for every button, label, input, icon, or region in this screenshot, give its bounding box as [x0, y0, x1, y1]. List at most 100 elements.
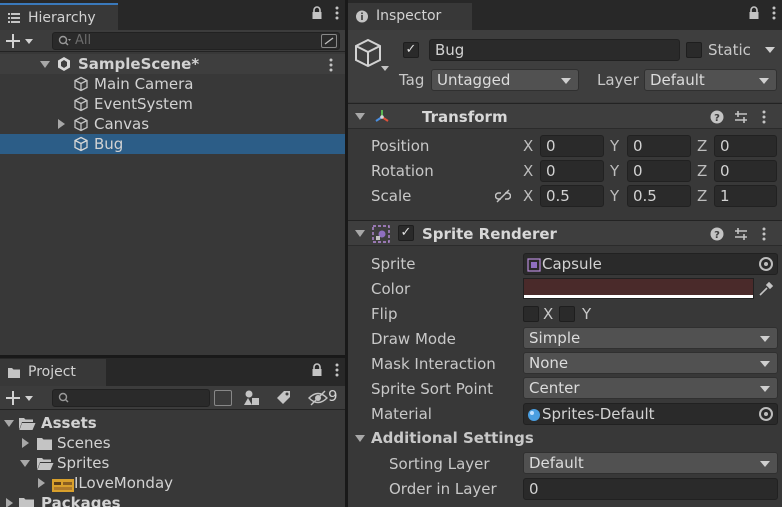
project-item-assets[interactable]: Assets — [0, 413, 345, 433]
gameobject-cube-icon — [73, 136, 89, 157]
mask-interaction-label: Mask Interaction — [371, 355, 496, 373]
sorting-layer-label: Sorting Layer — [389, 455, 490, 473]
sprite-object-field[interactable]: Capsule — [523, 253, 778, 275]
project-search-input[interactable] — [52, 389, 210, 407]
kebab-menu-icon[interactable] — [335, 6, 339, 24]
preset-icon[interactable] — [734, 110, 748, 128]
additional-settings-label[interactable]: Additional Settings — [371, 427, 534, 449]
position-z-label[interactable]: Z — [697, 135, 707, 157]
sorting-layer-dropdown[interactable]: Default — [523, 452, 778, 474]
expand-arrow-icon[interactable] — [20, 460, 30, 467]
hierarchy-item-eventsystem[interactable]: EventSystem — [0, 94, 345, 114]
help-icon[interactable]: ? — [710, 110, 724, 128]
sprite-renderer-enabled-checkbox[interactable]: ✓ — [398, 225, 414, 241]
constrain-proportions-icon[interactable] — [494, 189, 512, 207]
rotation-z-field[interactable]: 0 — [714, 160, 777, 182]
scene-row[interactable]: SampleScene* — [0, 54, 345, 74]
project-item-packages[interactable]: Packages — [0, 493, 345, 507]
project-item-ilovemonday[interactable]: ILoveMonday — [0, 473, 345, 493]
position-y-label[interactable]: Y — [610, 135, 619, 157]
scale-y-label[interactable]: Y — [610, 185, 619, 207]
rotation-label: Rotation — [371, 162, 434, 180]
expand-arrow-icon[interactable] — [4, 420, 14, 427]
scale-y-field[interactable]: 0.5 — [627, 185, 691, 207]
component-menu-icon[interactable] — [762, 227, 766, 245]
hierarchy-item-label: Bug — [94, 135, 124, 153]
filter-by-type-icon[interactable] — [243, 389, 261, 411]
collapse-arrow-icon[interactable] — [355, 113, 365, 120]
position-x-field[interactable]: 0 — [540, 135, 604, 157]
kebab-menu-icon[interactable] — [335, 363, 339, 381]
hierarchy-item-main-camera[interactable]: Main Camera — [0, 74, 345, 94]
color-field[interactable] — [523, 278, 754, 299]
scale-z-label[interactable]: Z — [697, 185, 707, 207]
expand-arrow-icon[interactable] — [6, 498, 13, 507]
expand-arrow-icon[interactable] — [40, 61, 50, 68]
hierarchy-item-bug[interactable]: Bug — [0, 134, 345, 154]
object-picker-icon[interactable] — [759, 257, 773, 271]
eyedropper-icon[interactable] — [757, 280, 775, 302]
object-picker-icon[interactable] — [759, 407, 773, 421]
hidden-packages-icon[interactable]: 9 — [308, 387, 342, 407]
transform-header[interactable]: Transform ? — [348, 103, 782, 129]
project-item-label: ILoveMonday — [74, 474, 174, 492]
project-item-scenes[interactable]: Scenes — [0, 433, 345, 453]
expand-arrow-icon[interactable] — [38, 478, 45, 488]
help-icon[interactable]: ? — [710, 227, 724, 245]
additional-settings-arrow-icon[interactable] — [355, 435, 365, 442]
lock-icon[interactable] — [311, 6, 323, 24]
collapse-arrow-icon[interactable] — [355, 230, 365, 237]
flip-x-label: X — [543, 305, 554, 323]
material-object-field[interactable]: Sprites-Default — [523, 403, 778, 425]
lock-icon[interactable] — [311, 363, 323, 381]
scale-z-field[interactable]: 1 — [714, 185, 777, 207]
tag-dropdown[interactable]: Untagged — [431, 69, 579, 91]
tab-inspector[interactable]: Inspector — [348, 3, 472, 30]
rotation-x-field[interactable]: 0 — [540, 160, 604, 182]
gameobject-icon[interactable] — [354, 38, 394, 78]
object-name-field[interactable]: Bug — [429, 39, 680, 61]
layer-dropdown[interactable]: Default — [644, 69, 777, 91]
hierarchy-item-canvas[interactable]: Canvas — [0, 114, 345, 134]
tab-project[interactable]: Project — [0, 359, 106, 386]
scale-x-label[interactable]: X — [523, 185, 533, 207]
draw-mode-dropdown[interactable]: Simple — [523, 327, 778, 349]
rotation-y-label[interactable]: Y — [610, 160, 619, 182]
component-menu-icon[interactable] — [762, 110, 766, 128]
search-filter-icon[interactable] — [214, 390, 232, 406]
rotation-x-label[interactable]: X — [523, 160, 533, 182]
hierarchy-toolbar: All — [0, 30, 345, 52]
position-x-label[interactable]: X — [523, 135, 533, 157]
search-filter-icon[interactable] — [321, 34, 337, 48]
rotation-y-field[interactable]: 0 — [627, 160, 691, 182]
static-dropdown-arrow-icon[interactable] — [765, 47, 775, 53]
flip-x-checkbox[interactable] — [523, 306, 539, 322]
expand-arrow-icon[interactable] — [58, 119, 65, 129]
add-button[interactable] — [4, 388, 38, 408]
kebab-menu-icon[interactable] — [772, 6, 776, 24]
draw-mode-value: Simple — [529, 329, 581, 347]
active-checkbox[interactable]: ✓ — [403, 42, 419, 58]
scale-x-field[interactable]: 0.5 — [540, 185, 604, 207]
project-toolbar: 9 — [0, 386, 345, 410]
lock-icon[interactable] — [748, 6, 760, 24]
expand-arrow-icon[interactable] — [22, 438, 29, 448]
mask-interaction-dropdown[interactable]: None — [523, 352, 778, 374]
project-item-sprites[interactable]: Sprites — [0, 453, 345, 473]
filter-by-label-icon[interactable] — [275, 389, 293, 411]
sprite-value: Capsule — [542, 255, 602, 273]
sprite-renderer-header[interactable]: ✓ Sprite Renderer ? — [348, 220, 782, 246]
inspector-panel: Inspector ✓ Bug Static Tag Untagged Laye… — [348, 0, 782, 507]
hierarchy-search-input[interactable]: All — [52, 32, 340, 50]
flip-y-checkbox[interactable] — [559, 306, 575, 322]
position-y-field[interactable]: 0 — [627, 135, 691, 157]
static-checkbox[interactable] — [686, 42, 702, 58]
add-button[interactable] — [4, 31, 38, 51]
sort-point-dropdown[interactable]: Center — [523, 377, 778, 399]
order-in-layer-field[interactable]: 0 — [523, 478, 778, 500]
chevron-down-icon — [760, 461, 770, 467]
position-z-field[interactable]: 0 — [714, 135, 777, 157]
rotation-z-label[interactable]: Z — [697, 160, 707, 182]
tab-hierarchy[interactable]: Hierarchy — [0, 3, 118, 30]
preset-icon[interactable] — [734, 227, 748, 245]
